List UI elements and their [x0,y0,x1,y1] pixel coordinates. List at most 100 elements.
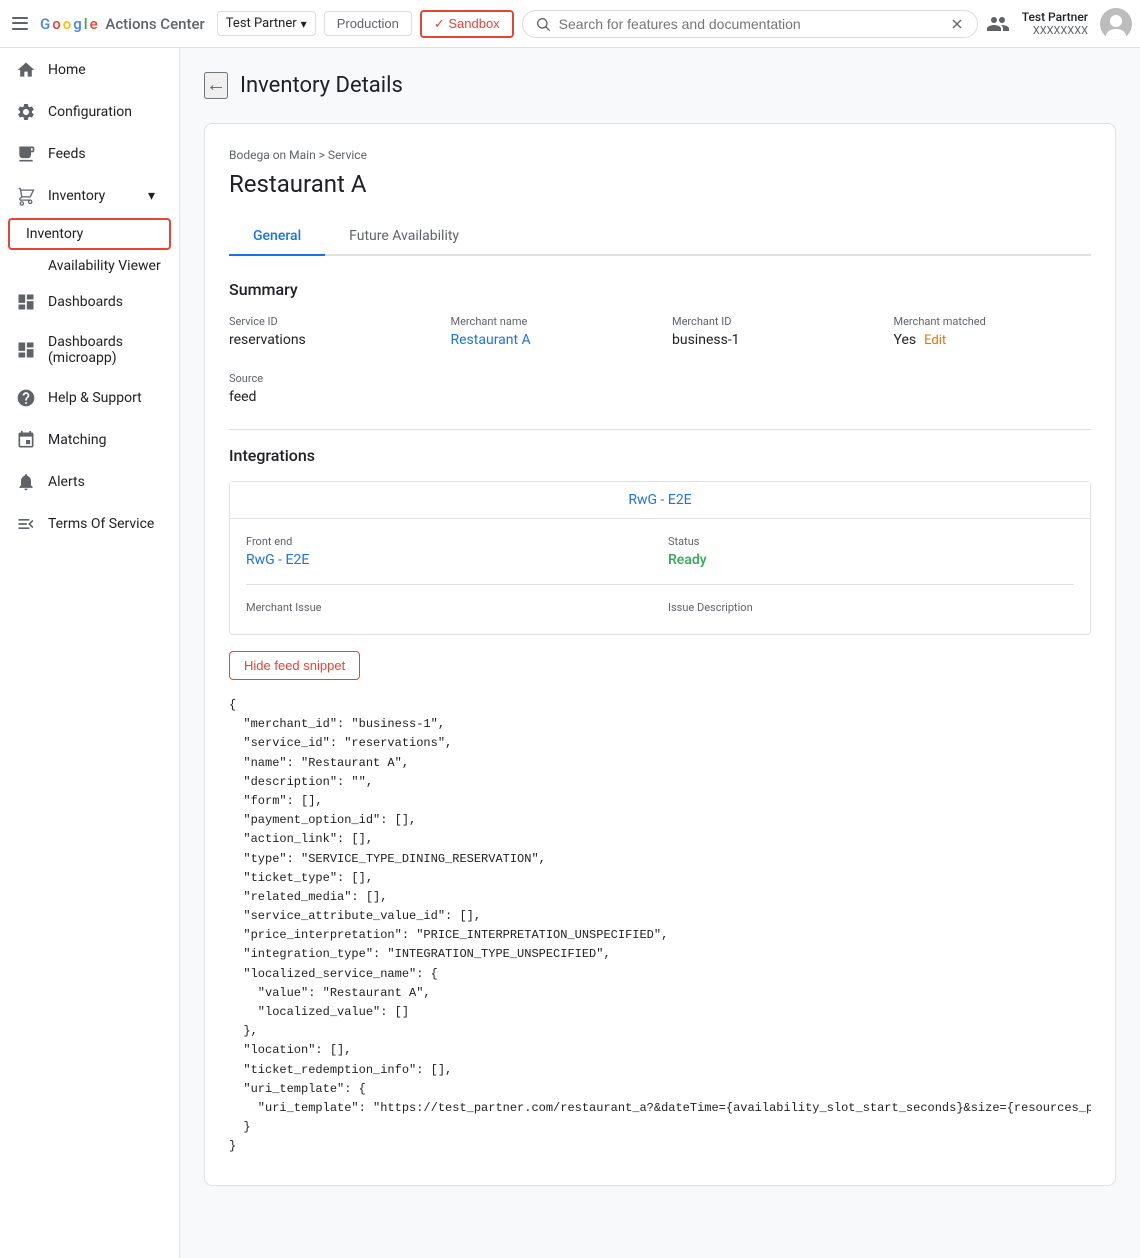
page-title: Inventory Details [240,73,403,98]
alerts-icon [16,472,36,492]
entity-name: Restaurant A [229,170,1091,198]
user-info: Test Partner XXXXXXXX [1022,10,1088,37]
hide-feed-snippet-button[interactable]: Hide feed snippet [229,651,360,680]
terms-icon [16,514,36,534]
tabs: General Future Availability [229,218,1091,256]
divider-2 [246,584,1074,585]
settings-icon [16,102,36,122]
status-label: Status [668,535,1074,548]
user-id: XXXXXXXX [1022,24,1088,37]
integration-card: RwG - E2E Front end RwG - E2E Status Rea… [229,481,1091,635]
app-name: Actions Center [105,15,204,33]
sidebar-item-dashboards[interactable]: Dashboards [0,282,171,322]
sidebar: Home Configuration Feeds Inventory ▾ Inv… [0,48,180,1258]
merchant-matched-label: Merchant matched [894,315,1092,328]
merchant-matched-row: Yes Edit [894,332,1092,348]
source-value: feed [229,389,1091,405]
sidebar-item-help-support[interactable]: Help & Support [0,378,171,418]
source-label: Source [229,372,1091,385]
menu-icon[interactable] [8,12,32,36]
sidebar-item-dashboards-microapp[interactable]: Dashboards (microapp) [0,324,171,376]
summary-title: Summary [229,280,1091,299]
sidebar-label-matching: Matching [48,432,106,448]
summary-grid: Service ID reservations Merchant name Re… [229,315,1091,348]
merchant-name-value[interactable]: Restaurant A [451,332,649,348]
merchant-matched-value: Yes [894,332,917,348]
home-icon [16,60,36,80]
tab-general[interactable]: General [229,218,325,256]
details-card: Bodega on Main > Service Restaurant A Ge… [204,123,1116,1186]
integration-front-end: Front end RwG - E2E [246,535,652,568]
sidebar-label-terms: Terms Of Service [48,516,154,532]
partner-name: Test Partner [226,16,297,31]
sidebar-item-alerts[interactable]: Alerts [0,462,171,502]
sidebar-item-feeds[interactable]: Feeds [0,134,171,174]
chevron-up-icon: ▾ [148,188,155,204]
matching-icon [16,430,36,450]
topbar: Google Actions Center Test Partner ▾ Pro… [0,0,1140,48]
merchant-issue-label: Merchant Issue [246,601,652,614]
integration-grid: Front end RwG - E2E Status Ready [246,535,1074,568]
sidebar-label-inventory: Inventory [48,188,105,204]
edit-link[interactable]: Edit [924,333,946,348]
status-value: Ready [668,552,1074,568]
page-header: ← Inventory Details [204,72,1116,99]
merchant-name-label: Merchant name [451,315,649,328]
sidebar-item-availability-viewer[interactable]: Availability Viewer [0,252,179,280]
issue-desc-col: Issue Description [668,601,1074,618]
divider-1 [229,429,1091,430]
tab-future-availability[interactable]: Future Availability [325,218,483,256]
sandbox-button[interactable]: ✓ Sandbox [420,10,514,38]
service-id-value: reservations [229,332,427,348]
issues-row: Merchant Issue Issue Description [246,601,1074,618]
integration-header[interactable]: RwG - E2E [230,482,1090,519]
sidebar-label-home: Home [48,62,86,78]
dashboard2-icon [16,340,36,360]
summary-merchant-matched: Merchant matched Yes Edit [894,315,1092,348]
production-button[interactable]: Production [324,11,412,36]
integration-body: Front end RwG - E2E Status Ready Merchan… [230,519,1090,634]
help-icon [16,388,36,408]
service-id-label: Service ID [229,315,427,328]
avatar[interactable] [1100,8,1132,40]
sidebar-item-home[interactable]: Home [0,50,171,90]
issue-desc-label: Issue Description [668,601,1074,614]
close-icon[interactable] [949,15,965,33]
dashboard-icon [16,292,36,312]
integration-header-label: RwG - E2E [628,492,691,508]
search-input[interactable] [559,16,941,32]
topbar-right: Test Partner XXXXXXXX [986,8,1132,40]
sidebar-label-inventory-sub: Inventory [26,226,83,242]
sidebar-label-configuration: Configuration [48,104,132,120]
integration-status: Status Ready [668,535,1074,568]
inventory-icon [16,186,36,206]
main-content: ← Inventory Details Bodega on Main > Ser… [180,48,1140,1258]
partner-selector[interactable]: Test Partner ▾ [217,11,316,36]
integrations-title: Integrations [229,446,1091,465]
feeds-icon [16,144,36,164]
merchant-issue-col: Merchant Issue [246,601,652,618]
merchant-id-label: Merchant ID [672,315,870,328]
summary-merchant-id: Merchant ID business-1 [672,315,870,348]
back-button[interactable]: ← [204,72,228,99]
summary-merchant-name: Merchant name Restaurant A [451,315,649,348]
sidebar-item-matching[interactable]: Matching [0,420,171,460]
search-icon [535,15,551,33]
front-end-value[interactable]: RwG - E2E [246,552,652,568]
sidebar-label-dashboards-microapp: Dashboards (microapp) [48,334,155,366]
sidebar-label-availability-viewer: Availability Viewer [48,258,161,274]
sidebar-label-feeds: Feeds [48,146,86,162]
sidebar-label-dashboards: Dashboards [48,294,123,310]
search-bar [522,10,978,38]
people-icon[interactable] [986,12,1010,36]
sidebar-label-help-support: Help & Support [48,390,142,406]
sidebar-item-inventory[interactable]: Inventory ▾ [0,176,171,216]
sidebar-item-configuration[interactable]: Configuration [0,92,171,132]
sidebar-label-alerts: Alerts [48,474,85,490]
chevron-down-icon: ▾ [301,17,307,31]
sidebar-item-inventory-sub[interactable]: Inventory [8,218,171,250]
summary-service-id: Service ID reservations [229,315,427,348]
front-end-label: Front end [246,535,652,548]
google-logo[interactable]: Google Actions Center [40,15,205,33]
sidebar-item-terms[interactable]: Terms Of Service [0,504,171,544]
